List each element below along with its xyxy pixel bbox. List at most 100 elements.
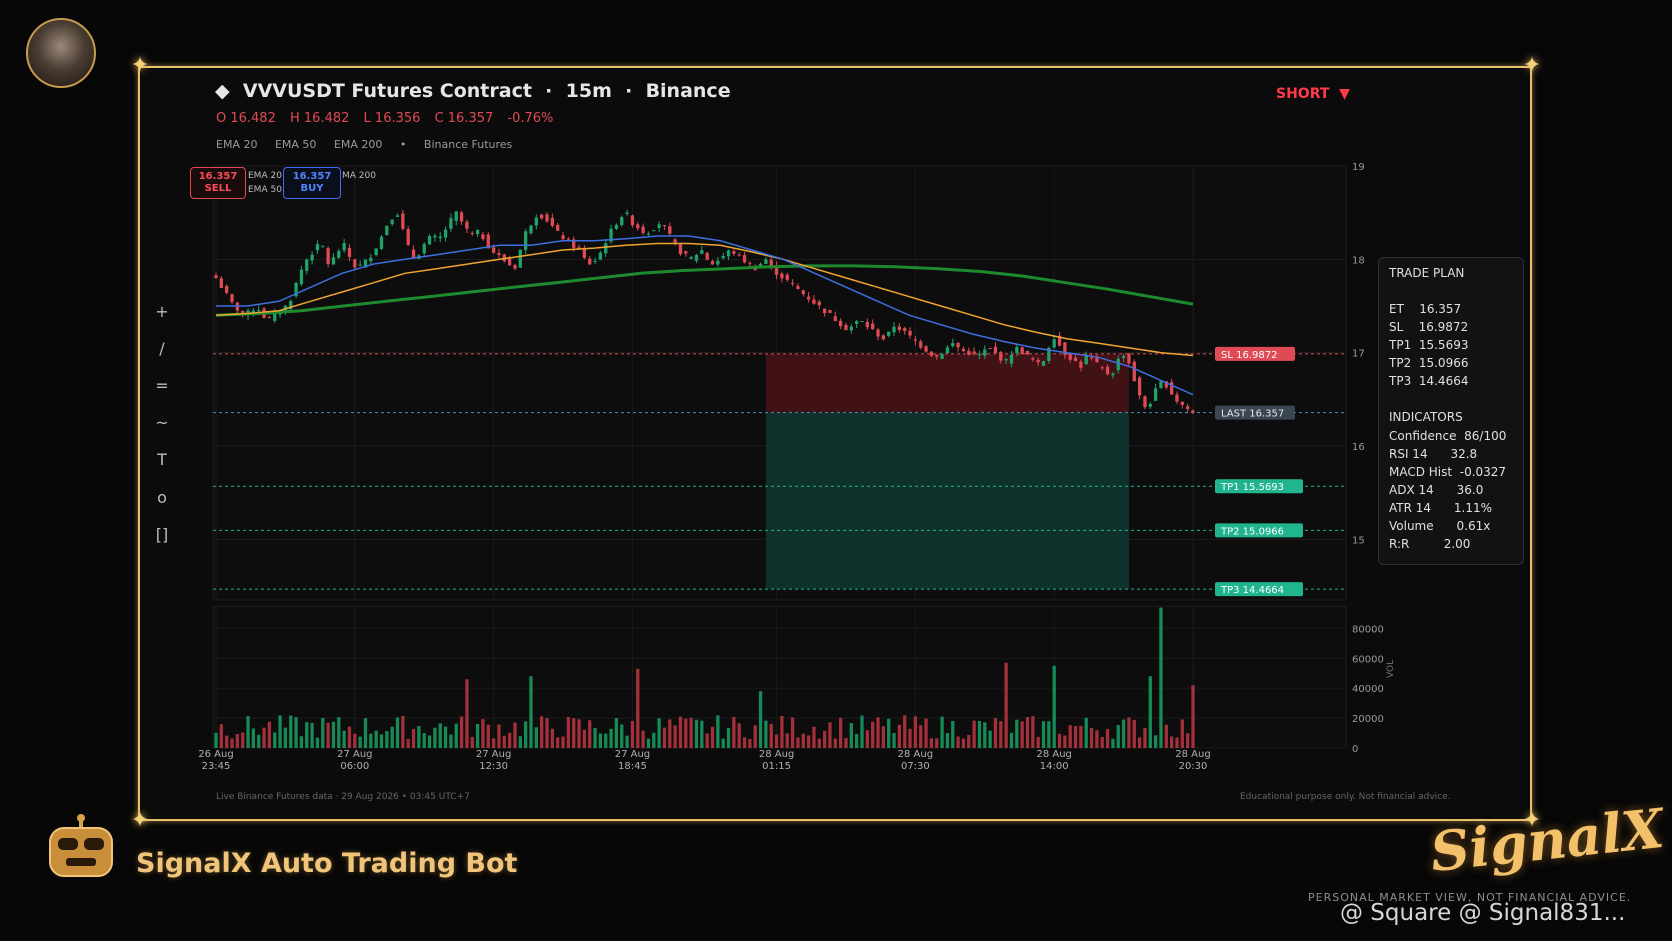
take-profit-zone bbox=[765, 412, 1129, 590]
candle-body bbox=[828, 309, 832, 314]
candle-body bbox=[1148, 403, 1152, 407]
volume-bar bbox=[502, 735, 506, 748]
candle-body bbox=[1191, 410, 1195, 413]
volume-bar bbox=[822, 730, 827, 748]
candle-body bbox=[678, 244, 683, 255]
candle-body bbox=[411, 249, 416, 258]
candle-body bbox=[951, 343, 955, 346]
volume-bar bbox=[887, 718, 891, 748]
volume-bar bbox=[865, 730, 869, 748]
volume-bar bbox=[1191, 685, 1195, 748]
volume-bar bbox=[817, 738, 821, 748]
candle-body bbox=[523, 231, 528, 250]
volume-bar bbox=[470, 736, 474, 748]
candle-body bbox=[801, 290, 805, 295]
time-tick-date: 28 Aug bbox=[1036, 749, 1071, 760]
volume-bar bbox=[700, 720, 704, 748]
time-tick-date: 28 Aug bbox=[898, 749, 933, 760]
candle-body bbox=[374, 248, 378, 256]
volume-bar bbox=[374, 730, 378, 748]
candle-body bbox=[961, 348, 966, 352]
candle-body bbox=[657, 224, 661, 228]
plan-key: TP3 bbox=[1389, 374, 1412, 388]
price-tick-label: 17 bbox=[1352, 349, 1365, 360]
candle-body bbox=[470, 232, 474, 234]
buy-price: 16.357 bbox=[292, 171, 332, 182]
volume-tick-label: 40000 bbox=[1352, 684, 1384, 695]
candle-body bbox=[641, 226, 645, 233]
volume-bar bbox=[321, 717, 325, 748]
candle-body bbox=[668, 226, 672, 234]
volume-tick-label: 20000 bbox=[1352, 714, 1384, 725]
candle-body bbox=[1175, 394, 1179, 402]
candle-body bbox=[534, 217, 538, 226]
candle-body bbox=[630, 215, 635, 226]
candle-body bbox=[881, 335, 886, 340]
volume-bar bbox=[545, 718, 549, 748]
volume-bar bbox=[1009, 732, 1014, 748]
candle-body bbox=[230, 294, 234, 302]
volume-bar bbox=[582, 729, 587, 748]
volume-bar bbox=[678, 716, 683, 748]
volume-bar bbox=[513, 722, 517, 748]
volume-bar bbox=[705, 733, 709, 748]
volume-bar bbox=[486, 724, 490, 748]
volume-bar bbox=[1020, 721, 1024, 748]
candle-body bbox=[225, 286, 229, 293]
volume-bar bbox=[913, 716, 918, 748]
buy-button[interactable]: 16.357 BUY bbox=[283, 167, 341, 199]
candle-body bbox=[545, 214, 549, 222]
trade-plan-title: TRADE PLAN bbox=[1389, 266, 1465, 280]
time-tick-time: 01:15 bbox=[762, 761, 791, 772]
volume-axis-label: VOL bbox=[1386, 660, 1396, 678]
candle-body bbox=[1111, 373, 1115, 376]
volume-bar bbox=[572, 718, 576, 748]
bot-brand-name: SignalX Auto Trading Bot bbox=[136, 848, 518, 879]
volume-bar bbox=[662, 727, 667, 748]
candle-body bbox=[598, 252, 603, 260]
candle-body bbox=[694, 255, 699, 261]
volume-bar bbox=[1057, 733, 1062, 748]
volume-bar bbox=[475, 724, 480, 748]
plan-value: 16.9872 bbox=[1418, 320, 1469, 334]
time-tick-date: 27 Aug bbox=[476, 749, 511, 760]
candle-body bbox=[1041, 361, 1046, 366]
volume-bar bbox=[945, 733, 950, 748]
candle-body bbox=[449, 218, 453, 229]
volume-bar bbox=[1079, 725, 1083, 748]
volume-bar bbox=[406, 738, 410, 748]
indicator-value: 1.11% bbox=[1453, 501, 1493, 515]
volume-bar bbox=[641, 730, 645, 748]
volume-bar bbox=[780, 715, 784, 748]
volume-bar bbox=[390, 726, 394, 748]
candle-body bbox=[705, 252, 709, 260]
time-tick-date: 28 Aug bbox=[759, 749, 794, 760]
candle-body bbox=[454, 211, 458, 221]
candle-body bbox=[993, 346, 998, 353]
volume-bar bbox=[988, 730, 992, 748]
candle-body bbox=[305, 259, 309, 271]
volume-bar bbox=[924, 718, 928, 748]
price-tick-label: 16 bbox=[1352, 442, 1365, 453]
volume-bar bbox=[614, 717, 619, 748]
indicator-row: Confidence 86/100 bbox=[1389, 429, 1506, 443]
volume-bar bbox=[972, 720, 976, 748]
candle-body bbox=[518, 249, 522, 268]
volume-bar bbox=[219, 724, 223, 748]
candle-body bbox=[967, 350, 971, 355]
level-tag-text: TP1 15.5693 bbox=[1220, 482, 1284, 493]
volume-bar bbox=[342, 730, 346, 748]
time-tick-time: 07:30 bbox=[901, 761, 930, 772]
candle-body bbox=[588, 258, 592, 265]
volume-bar bbox=[1105, 729, 1110, 748]
volume-bar bbox=[871, 721, 875, 748]
sell-button[interactable]: 16.357 SELL bbox=[190, 167, 246, 199]
indicator-key: Confidence bbox=[1389, 429, 1457, 443]
candle-body bbox=[940, 353, 944, 359]
volume-bar bbox=[1095, 730, 1099, 748]
candle-body bbox=[876, 329, 880, 337]
candle-body bbox=[855, 321, 859, 325]
volume-bar bbox=[1148, 676, 1152, 748]
time-tick-date: 26 Aug bbox=[198, 749, 233, 760]
legend-ema20: EMA 20 bbox=[248, 171, 282, 181]
